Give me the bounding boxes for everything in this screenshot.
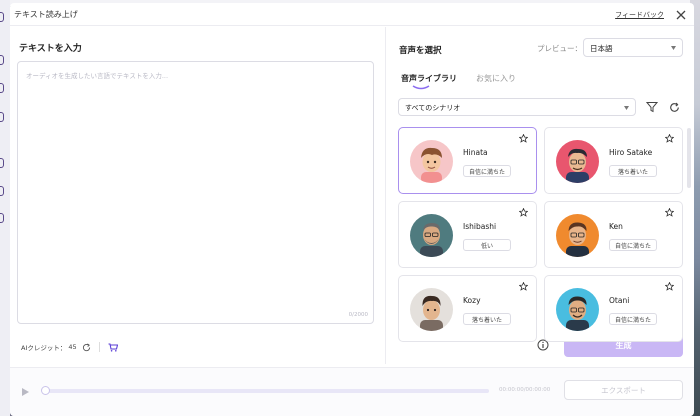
avatar bbox=[410, 288, 453, 331]
character-count: 0/2000 bbox=[348, 312, 368, 318]
voice-card[interactable]: Ken 自信に満ちた bbox=[544, 201, 683, 268]
favorite-star-icon[interactable] bbox=[519, 208, 528, 217]
voice-name: Hiro Satake bbox=[609, 148, 653, 157]
voice-tag: 低い bbox=[463, 239, 511, 251]
feedback-link[interactable]: フィードバック bbox=[615, 10, 664, 20]
chevron-down-icon bbox=[671, 46, 676, 50]
credits-label: AIクレジット： bbox=[21, 344, 67, 352]
input-text-heading: テキストを入力 bbox=[19, 44, 82, 54]
favorite-star-icon[interactable] bbox=[665, 282, 674, 291]
background-app-sidebar bbox=[0, 0, 10, 416]
avatar bbox=[556, 140, 599, 183]
tab-favorites[interactable]: お気に入り bbox=[476, 73, 516, 84]
close-icon[interactable] bbox=[674, 8, 688, 22]
voice-card[interactable]: Hinata 自信に満ちた bbox=[398, 127, 537, 194]
tab-voice-library[interactable]: 音声ライブラリ bbox=[401, 73, 457, 84]
voice-name: Kozy bbox=[463, 296, 481, 305]
chevron-down-icon bbox=[624, 106, 629, 110]
panel-divider bbox=[385, 27, 386, 364]
preview-language-select[interactable]: 日本語 bbox=[583, 38, 683, 57]
select-voice-heading: 音声を選択 bbox=[399, 46, 442, 56]
voice-tag: 自信に満ちた bbox=[609, 313, 657, 325]
cart-icon[interactable] bbox=[108, 342, 118, 352]
avatar bbox=[410, 214, 453, 257]
voice-card[interactable]: Ishibashi 低い bbox=[398, 201, 537, 268]
avatar bbox=[556, 288, 599, 331]
voice-list-scrollbar[interactable] bbox=[687, 128, 691, 188]
voice-card[interactable]: Kozy 落ち着いた bbox=[398, 275, 537, 342]
export-button[interactable]: エクスポート bbox=[564, 380, 683, 400]
active-tab-indicator bbox=[412, 85, 430, 90]
playback-progress-handle[interactable] bbox=[41, 386, 50, 395]
refresh-icon[interactable] bbox=[669, 102, 680, 113]
play-icon[interactable] bbox=[20, 387, 30, 397]
playback-progress-track[interactable] bbox=[44, 389, 489, 393]
avatar bbox=[556, 214, 599, 257]
voice-tag: 自信に満ちた bbox=[463, 165, 511, 177]
refresh-credits-icon[interactable] bbox=[82, 343, 91, 352]
dialog-titlebar: テキスト読み上げ フィードバック bbox=[10, 3, 694, 26]
text-input-area[interactable]: オーディオを生成したい言語でテキストを入力... 0/2000 bbox=[17, 61, 374, 324]
voice-name: Otani bbox=[609, 296, 630, 305]
credits-separator bbox=[98, 342, 100, 352]
scenario-value: すべてのシナリオ bbox=[405, 104, 461, 112]
preview-language-value: 日本語 bbox=[590, 44, 613, 53]
favorite-star-icon[interactable] bbox=[665, 208, 674, 217]
voice-tag: 自信に満ちた bbox=[609, 239, 657, 251]
voice-tag: 落ち着いた bbox=[463, 313, 511, 325]
voice-card[interactable]: Hiro Satake 落ち着いた bbox=[544, 127, 683, 194]
avatar bbox=[410, 140, 453, 183]
favorite-star-icon[interactable] bbox=[519, 134, 528, 143]
dialog-title: テキスト読み上げ bbox=[14, 10, 78, 19]
voice-tag: 落ち着いた bbox=[609, 165, 657, 177]
favorite-star-icon[interactable] bbox=[519, 282, 528, 291]
filter-icon[interactable] bbox=[646, 101, 658, 113]
text-to-speech-dialog: テキスト読み上げ フィードバック テキストを入力 オーディオを生成したい言語でテ… bbox=[10, 3, 694, 416]
favorite-star-icon[interactable] bbox=[665, 134, 674, 143]
voice-card[interactable]: Otani 自信に満ちた bbox=[544, 275, 683, 342]
ai-credits: AIクレジット： 45 bbox=[21, 342, 118, 352]
voice-name: Ken bbox=[609, 222, 623, 231]
voice-name: Ishibashi bbox=[463, 222, 497, 231]
scenario-select[interactable]: すべてのシナリオ bbox=[398, 98, 636, 116]
preview-language-label: プレビュー： bbox=[537, 44, 582, 53]
credits-value: 45 bbox=[68, 343, 77, 351]
text-input-placeholder: オーディオを生成したい言語でテキストを入力... bbox=[26, 72, 169, 80]
voice-name: Hinata bbox=[463, 148, 488, 157]
playback-time: 00:00:00/00:00:00 bbox=[499, 387, 551, 393]
